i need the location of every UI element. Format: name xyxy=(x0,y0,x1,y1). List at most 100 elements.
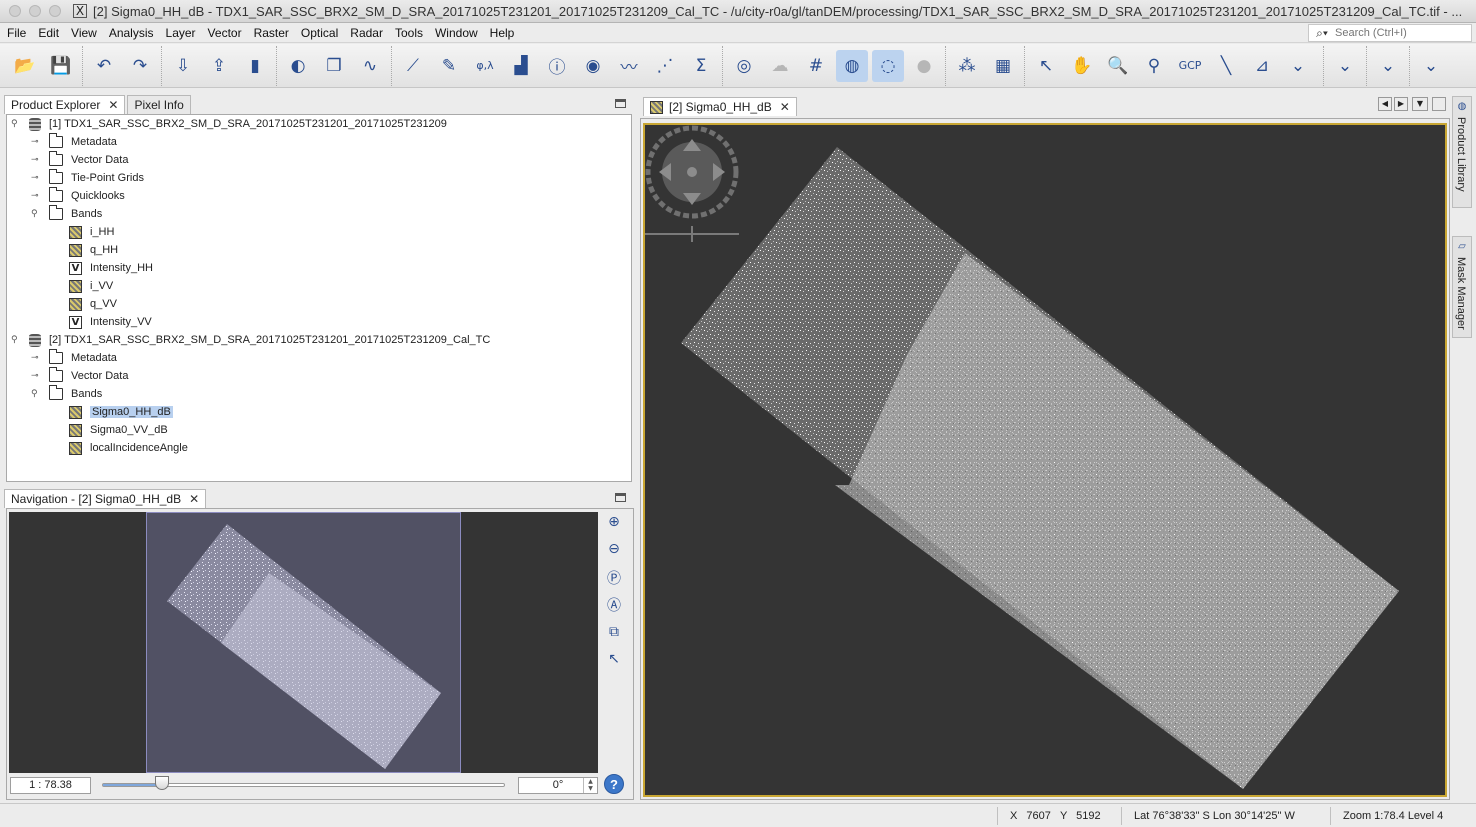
tree-node[interactable]: ⚲ Bands xyxy=(31,205,102,223)
scale-field[interactable]: 1 : 78.38 xyxy=(10,777,91,794)
maximize-icon[interactable] xyxy=(1432,97,1446,111)
zoom-tool-button[interactable]: 🔍 xyxy=(1102,50,1134,82)
tree-node[interactable]: Sigma0_HH_dB xyxy=(51,403,173,421)
statistics-button[interactable]: ◉ xyxy=(577,50,609,82)
zoom-in-icon[interactable]: ⊕ xyxy=(604,514,624,534)
pin-placing-button[interactable]: ⚲ xyxy=(1138,50,1170,82)
tree-node[interactable]: Sigma0_VV_dB xyxy=(51,421,168,439)
menu-edit[interactable]: Edit xyxy=(32,26,65,40)
menu-tools[interactable]: Tools xyxy=(389,26,429,40)
tree-node[interactable]: ⊸ Tie-Point Grids xyxy=(31,169,144,187)
spectrum-button[interactable]: 〰 xyxy=(613,50,645,82)
profile-plot-button[interactable]: ⟋ xyxy=(397,50,429,82)
save-button[interactable]: 💾 xyxy=(45,50,77,82)
navigation-viewport[interactable] xyxy=(146,512,461,773)
edit-button[interactable]: ✎ xyxy=(433,50,465,82)
close-icon[interactable]: ✕ xyxy=(189,492,199,506)
select-tool-button[interactable]: ↖ xyxy=(1030,50,1062,82)
wave-button[interactable]: ∿ xyxy=(354,50,386,82)
histogram-button[interactable]: ▟ xyxy=(505,50,537,82)
tree-node[interactable]: q_HH xyxy=(51,241,118,259)
chevron-down-icon[interactable]: ▼ xyxy=(1412,97,1428,111)
menu-radar[interactable]: Radar xyxy=(344,26,389,40)
angle-spinner[interactable]: ▲ ▼ xyxy=(583,778,597,793)
collapsed-toggle-icon[interactable]: ⊸ xyxy=(31,353,41,363)
graph-builder-button[interactable]: ⁂ xyxy=(951,50,983,82)
tree-node[interactable]: ⚲ Bands xyxy=(31,385,102,403)
rgb-button[interactable]: ◐ xyxy=(282,50,314,82)
geo-coding-button[interactable]: φ,λ xyxy=(469,50,501,82)
zoom-out-icon[interactable]: ⊖ xyxy=(604,541,624,561)
polyline-button[interactable]: ⊿ xyxy=(1246,50,1278,82)
help-icon[interactable]: ? xyxy=(604,774,624,794)
layers-button[interactable]: ❐ xyxy=(318,50,350,82)
undo-button[interactable]: ↶ xyxy=(88,50,120,82)
collapsed-toggle-icon[interactable]: ⊸ xyxy=(31,371,41,381)
mask-manager-strip[interactable]: ▱ Mask Manager xyxy=(1452,236,1472,338)
menu-layer[interactable]: Layer xyxy=(160,26,202,40)
menu-raster[interactable]: Raster xyxy=(248,26,295,40)
tab-image-view[interactable]: [2] Sigma0_HH_dB ✕ xyxy=(643,97,797,116)
collapsed-toggle-icon[interactable]: ⊸ xyxy=(31,173,41,183)
sigma-button[interactable]: Σ xyxy=(685,50,717,82)
collapsed-toggle-icon[interactable]: ⊸ xyxy=(31,137,41,147)
image-canvas[interactable] xyxy=(643,123,1447,797)
pan-tool-button[interactable]: ✋ xyxy=(1066,50,1098,82)
tree-node[interactable]: ⊸ Vector Data xyxy=(31,151,128,169)
more-chevron-button[interactable]: ⌄ xyxy=(1372,50,1404,82)
overlay-eye-button[interactable]: ◎ xyxy=(728,50,760,82)
close-window-button[interactable] xyxy=(9,5,21,17)
tree-node[interactable]: q_VV xyxy=(51,295,117,313)
tree-node[interactable]: V Intensity_HH xyxy=(51,259,153,277)
tree-node[interactable]: i_VV xyxy=(51,277,113,295)
menu-optical[interactable]: Optical xyxy=(295,26,344,40)
shape-overlay-button[interactable]: ● xyxy=(908,50,940,82)
pins-button[interactable]: ☁ xyxy=(764,50,796,82)
menu-view[interactable]: View xyxy=(65,26,103,40)
tree-node[interactable]: ⊸ Metadata xyxy=(31,349,117,367)
pan-rotate-widget[interactable] xyxy=(645,125,741,245)
scatter-plot-button[interactable]: ⋰ xyxy=(649,50,681,82)
tree-node[interactable]: i_HH xyxy=(51,223,114,241)
tree-node[interactable]: V Intensity_VV xyxy=(51,313,152,331)
more-chevron-button[interactable]: ⌄ xyxy=(1329,50,1361,82)
zoom-all-icon[interactable]: Ⓐ xyxy=(604,595,624,615)
expanded-toggle-icon[interactable]: ⚲ xyxy=(11,335,21,345)
minimize-panel-button[interactable] xyxy=(615,493,626,502)
menu-file[interactable]: File xyxy=(1,26,32,40)
product-button[interactable]: ▮ xyxy=(239,50,271,82)
expanded-toggle-icon[interactable]: ⚲ xyxy=(11,119,21,129)
menu-vector[interactable]: Vector xyxy=(202,26,248,40)
tree-node[interactable]: ⚲ [2] TDX1_SAR_SSC_BRX2_SM_D_SRA_20171025… xyxy=(11,331,490,349)
tree-node[interactable]: ⚲ [1] TDX1_SAR_SSC_BRX2_SM_D_SRA_20171025… xyxy=(11,115,447,133)
gcp-placing-button[interactable]: GCP xyxy=(1174,50,1206,82)
minimize-panel-button[interactable] xyxy=(615,99,626,108)
graticule-button[interactable]: # xyxy=(800,50,832,82)
search-box[interactable]: ⌕▾ xyxy=(1308,24,1472,42)
sync-cursor-icon[interactable]: ↖ xyxy=(604,651,624,671)
minimize-window-button[interactable] xyxy=(29,5,41,17)
close-icon[interactable]: ✕ xyxy=(108,98,118,112)
import-button[interactable]: ⇩ xyxy=(167,50,199,82)
information-button[interactable]: ⓘ xyxy=(541,50,573,82)
search-input[interactable] xyxy=(1335,27,1469,39)
scroll-right-icon[interactable]: ▶ xyxy=(1394,97,1408,111)
menu-analysis[interactable]: Analysis xyxy=(103,26,160,40)
export-button[interactable]: ⇪ xyxy=(203,50,235,82)
line-drawing-button[interactable]: ╲ xyxy=(1210,50,1242,82)
tree-node[interactable]: ⊸ Metadata xyxy=(31,133,117,151)
collapsed-toggle-icon[interactable]: ⊸ xyxy=(31,191,41,201)
zoom-pixel-icon[interactable]: Ⓟ xyxy=(604,568,624,588)
product-library-strip[interactable]: ◍ Product Library xyxy=(1452,96,1472,208)
menu-help[interactable]: Help xyxy=(484,26,521,40)
tree-node[interactable]: localIncidenceAngle xyxy=(51,439,188,457)
expanded-toggle-icon[interactable]: ⚲ xyxy=(31,389,41,399)
tree-node[interactable]: ⊸ Vector Data xyxy=(31,367,128,385)
tab-navigation[interactable]: Navigation - [2] Sigma0_HH_dB ✕ xyxy=(4,489,207,508)
menu-window[interactable]: Window xyxy=(429,26,484,40)
collapsed-toggle-icon[interactable]: ⊸ xyxy=(31,155,41,165)
world-map-button[interactable]: ◍ xyxy=(836,49,868,82)
batch-processing-button[interactable]: ▦ xyxy=(987,50,1019,82)
scroll-left-icon[interactable]: ◀ xyxy=(1378,97,1392,111)
gcp-overlay-button[interactable]: ◌ xyxy=(872,49,904,82)
